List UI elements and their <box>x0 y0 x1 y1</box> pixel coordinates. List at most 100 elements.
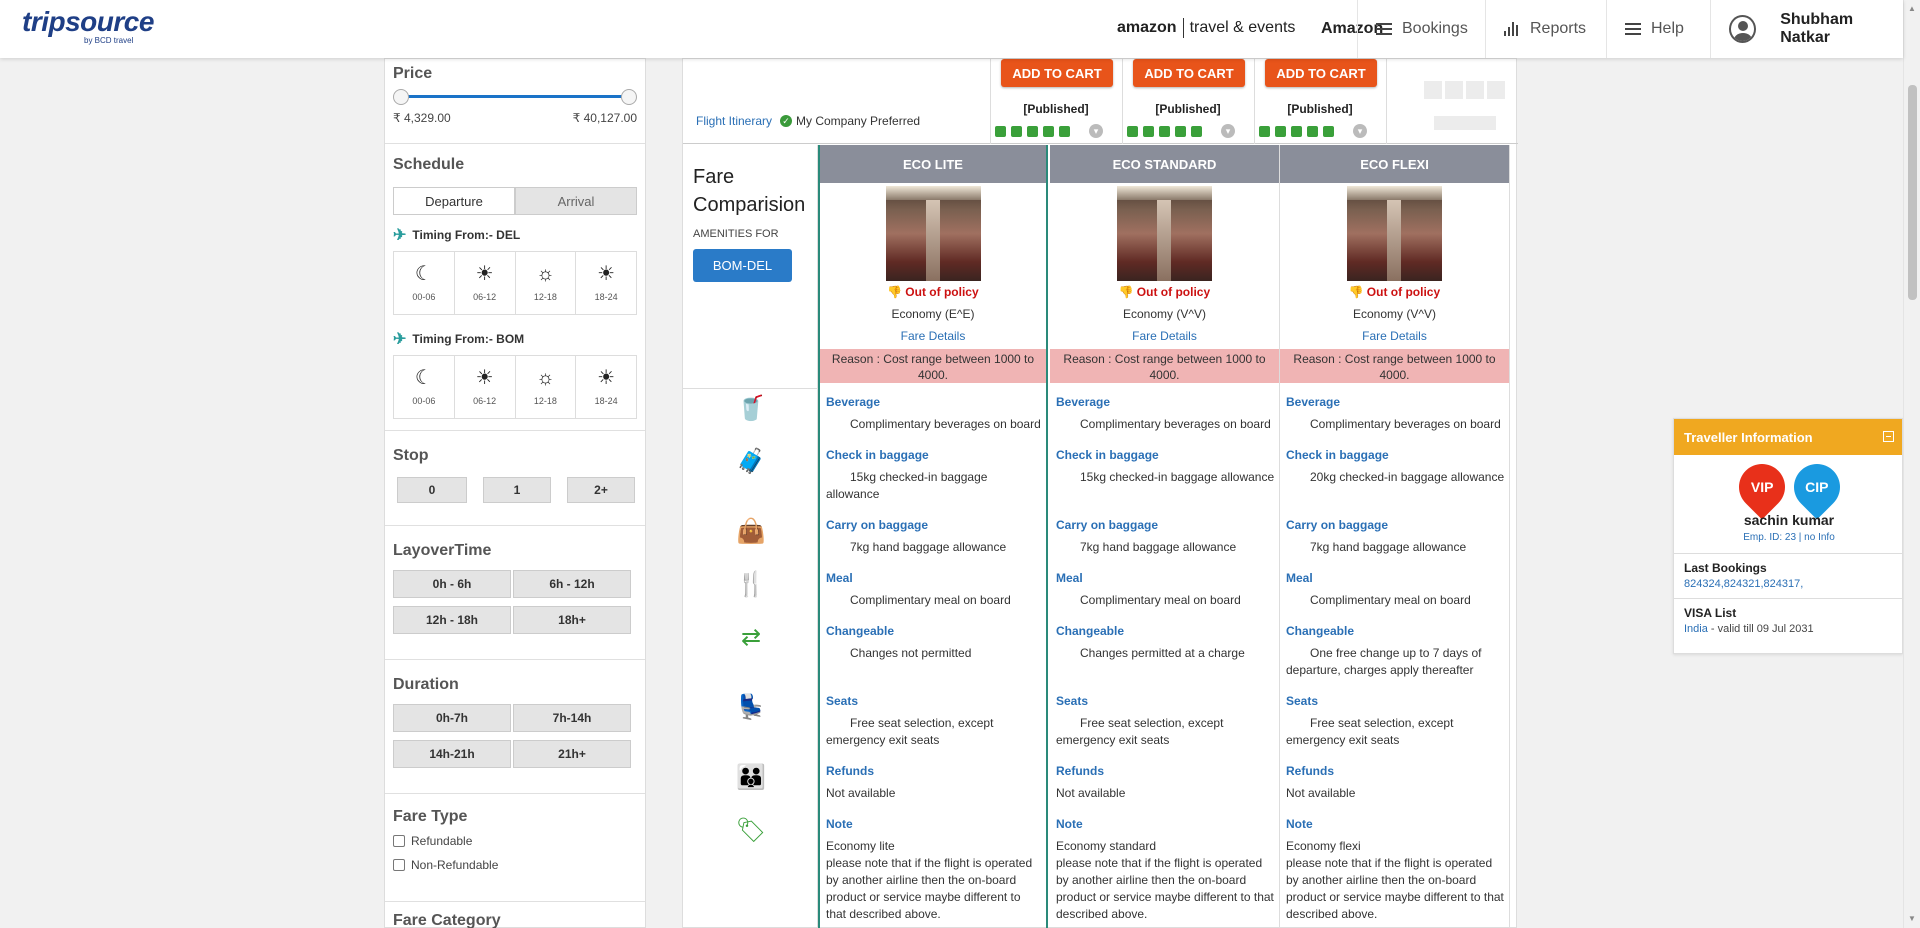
timing-bom-label: ✈ Timing From:- BOM <box>393 329 637 349</box>
refundable-checkbox[interactable]: Refundable <box>393 834 637 848</box>
price-max-handle[interactable] <box>621 89 637 105</box>
tripsource-logo[interactable]: tripsource by BCD travel <box>22 8 154 46</box>
nav-reports[interactable]: Reports <box>1485 0 1606 58</box>
scroll-up-arrow-icon[interactable]: ▲ <box>1908 4 1916 13</box>
filter-sidebar: Price ₹ 4,329.00 ₹ 40,127.00 Schedule De… <box>384 58 646 928</box>
non-refundable-checkbox[interactable]: Non-Refundable <box>393 858 637 872</box>
row-title: Refunds <box>826 764 874 778</box>
duration-option-7-14[interactable]: 7h-14h <box>513 704 631 732</box>
row-title: Beverage <box>826 395 881 409</box>
swap-arrows-icon: ⇄ <box>740 623 762 651</box>
user-name: Shubham Natkar <box>1780 11 1854 46</box>
fare-column-eco-flexi: ECO FLEXI 👎 Out of policy Economy (V^V) F… <box>1280 145 1510 928</box>
fare-details-link[interactable]: Fare Details <box>1280 329 1509 343</box>
out-of-policy-label: Out of policy <box>1136 285 1211 299</box>
slot-del-afternoon[interactable]: ☼ 12-18 <box>516 252 577 314</box>
sun-icon: ☼ <box>536 367 555 389</box>
policy-reason: Reason : Cost range between 1000 to 4000… <box>1280 349 1509 383</box>
nav-bookings[interactable]: Bookings <box>1357 0 1485 58</box>
tab-arrival[interactable]: Arrival <box>515 187 637 215</box>
employee-id: Emp. ID: 23 | no Info <box>1743 532 1835 543</box>
add-to-cart-button[interactable]: ADD TO CART <box>1001 59 1113 87</box>
chevron-down-icon[interactable]: ▾ <box>1089 124 1103 138</box>
price-max: ₹ 40,127.00 <box>572 111 637 125</box>
nav-help[interactable]: Help <box>1606 0 1710 58</box>
row-value: Complimentary meal on board <box>1080 593 1241 607</box>
slot-label: 00-06 <box>412 292 436 302</box>
chevron-down-icon[interactable]: ▾ <box>1353 124 1367 138</box>
changeable-row: Changeable Changes permitted at a charge <box>1056 624 1275 662</box>
slot-bom-night[interactable]: ☾ 00-06 <box>394 356 455 418</box>
amazon-logo: amazon <box>1117 19 1177 36</box>
row-value: Economy standard please note that if the… <box>1056 839 1274 921</box>
beverage-row: Beverage Complimentary beverages on board <box>1056 395 1275 433</box>
row-title: Note <box>826 817 853 831</box>
add-to-cart-button[interactable]: ADD TO CART <box>1133 59 1245 87</box>
last-bookings-section: Last Bookings 824324,824321,824317, <box>1674 553 1904 597</box>
flight-itinerary-link[interactable]: Flight Itinerary <box>696 114 772 128</box>
refunds-row: Refunds Not available <box>1056 764 1275 802</box>
nav-help-label: Help <box>1651 20 1684 37</box>
fare-option-2: ADD TO CART [Published] ▾ <box>1122 59 1252 144</box>
duration-option-14-21[interactable]: 14h-21h <box>393 740 511 768</box>
fare-column-header: ECO LITE <box>820 145 1046 183</box>
slot-bom-morning[interactable]: ☀ 06-12 <box>455 356 516 418</box>
thumbs-down-icon: 👎 <box>1348 285 1364 299</box>
row-value: Changes not permitted <box>850 646 972 660</box>
slot-bom-afternoon[interactable]: ☼ 12-18 <box>516 356 577 418</box>
last-bookings-links[interactable]: 824324,824321,824317, <box>1684 578 1894 590</box>
seat-icon <box>1175 125 1186 137</box>
fare-details-link[interactable]: Fare Details <box>820 329 1046 343</box>
refundable-label: Refundable <box>411 834 473 848</box>
logo-subtext: by BCD travel <box>84 36 134 45</box>
row-value: Free seat selection, except emergency ex… <box>826 716 994 747</box>
stop-option-0[interactable]: 0 <box>397 477 467 503</box>
chevron-down-icon[interactable]: ▾ <box>1221 124 1235 138</box>
layover-option-18plus[interactable]: 18h+ <box>513 606 631 634</box>
slot-del-morning[interactable]: ☀ 06-12 <box>455 252 516 314</box>
row-value: Complimentary beverages on board <box>1310 417 1501 431</box>
user-menu[interactable]: Shubham Natkar <box>1710 0 1903 58</box>
fare-column-header: ECO STANDARD <box>1050 145 1279 183</box>
row-value: 15kg checked-in baggage allowance <box>1080 470 1275 484</box>
slot-del-evening[interactable]: ☀ 18-24 <box>576 252 636 314</box>
layover-option-6-12[interactable]: 6h - 12h <box>513 570 631 598</box>
top-header: tripsource by BCD travel amazon travel &… <box>0 0 1903 58</box>
title-line: Comparision <box>693 194 806 216</box>
duration-option-21plus[interactable]: 21h+ <box>513 740 631 768</box>
stop-filter: Stop 0 1 2+ <box>385 431 645 526</box>
route-button[interactable]: BOM-DEL <box>693 249 792 282</box>
skeleton-loader <box>1424 81 1508 130</box>
fare-option-1: ADD TO CART [Published] ▾ <box>990 59 1120 144</box>
cabin-image <box>1347 186 1442 281</box>
tab-departure[interactable]: Departure <box>393 187 515 215</box>
stop-option-2plus[interactable]: 2+ <box>567 477 635 503</box>
page-scrollbar[interactable]: ▲ ▼ <box>1903 0 1920 928</box>
sunset-icon: ☀ <box>597 263 616 285</box>
visa-country[interactable]: India <box>1684 623 1708 635</box>
scrollbar-thumb[interactable] <box>1908 85 1917 300</box>
visa-entry: India - valid till 09 Jul 2031 <box>1684 623 1894 635</box>
stop-option-1[interactable]: 1 <box>483 477 551 503</box>
slot-del-night[interactable]: ☾ 00-06 <box>394 252 455 314</box>
row-title: Beverage <box>1286 395 1341 409</box>
slot-bom-evening[interactable]: ☀ 18-24 <box>576 356 636 418</box>
stop-options: 0 1 2+ <box>393 477 637 503</box>
row-title: Check in baggage <box>1056 448 1159 462</box>
timing-del-text: Timing From:- DEL <box>412 228 521 242</box>
amenity-icons: ▾ <box>1127 124 1235 138</box>
scroll-down-arrow-icon[interactable]: ▼ <box>1908 914 1916 923</box>
price-min-handle[interactable] <box>393 89 409 105</box>
fare-details-link[interactable]: Fare Details <box>1050 329 1279 343</box>
duration-options: 0h-7h 7h-14h 14h-21h 21h+ <box>393 704 637 768</box>
layover-option-0-6[interactable]: 0h - 6h <box>393 570 511 598</box>
add-to-cart-button[interactable]: ADD TO CART <box>1265 59 1377 87</box>
last-bookings-title: Last Bookings <box>1684 561 1767 575</box>
price-slider[interactable] <box>393 89 637 105</box>
minimize-icon[interactable] <box>1883 431 1894 442</box>
duration-option-0-7[interactable]: 0h-7h <box>393 704 511 732</box>
seat-icon: 💺 <box>736 693 766 721</box>
slot-label: 12-18 <box>533 396 557 406</box>
layover-option-12-18[interactable]: 12h - 18h <box>393 606 511 634</box>
row-value: Complimentary beverages on board <box>1080 417 1271 431</box>
